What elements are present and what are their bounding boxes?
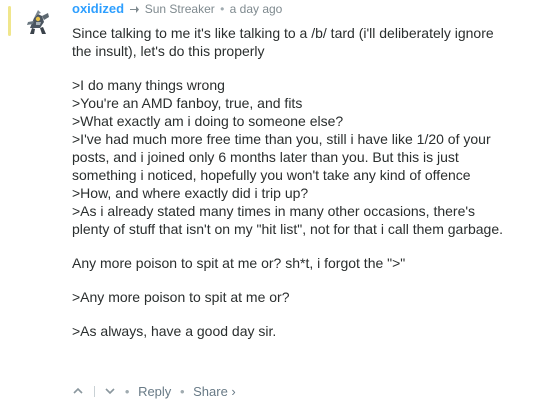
reply-arrow-icon bbox=[129, 1, 140, 19]
author-name[interactable]: oxidized bbox=[72, 1, 124, 16]
robot-avatar-icon bbox=[22, 4, 54, 36]
comment-message: Since talking to me it's like talking to… bbox=[72, 24, 538, 340]
text-line: >I do many things wrong bbox=[72, 77, 225, 93]
text-line: >Any more poison to spit at me or? bbox=[72, 289, 290, 305]
text-line: something i noticed, hopefully you won't… bbox=[72, 167, 471, 183]
avatar[interactable] bbox=[22, 4, 54, 36]
reply-button[interactable]: Reply bbox=[138, 384, 171, 399]
text-line: >What exactly am i doing to someone else… bbox=[72, 113, 344, 129]
paragraph: >Any more poison to spit at me or? bbox=[72, 288, 538, 306]
text-line: >As i already stated many times in many … bbox=[72, 203, 476, 219]
text-line: >How, and where exactly did i trip up? bbox=[72, 185, 309, 201]
footer-separator: • bbox=[124, 384, 130, 399]
text-line: plenty of stuff that isn't on my "hit li… bbox=[72, 221, 504, 237]
timestamp[interactable]: a day ago bbox=[230, 2, 283, 16]
footer-separator: • bbox=[179, 384, 185, 399]
vote-divider bbox=[93, 386, 95, 397]
header-separator: • bbox=[220, 2, 225, 16]
chevron-up-icon[interactable] bbox=[72, 385, 84, 397]
text-line: the insult), let's do this properly bbox=[72, 43, 265, 59]
chevron-down-icon[interactable] bbox=[104, 385, 116, 397]
paragraph: Any more poison to spit at me or? sh*t, … bbox=[72, 254, 538, 272]
text-line: >You're an AMD fanboy, true, and fits bbox=[72, 95, 303, 111]
text-line: >I've had much more free time than you, … bbox=[72, 131, 491, 147]
text-line: Any more poison to spit at me or? sh*t, … bbox=[72, 255, 406, 271]
paragraph: >I do many things wrong >You're an AMD f… bbox=[72, 76, 538, 238]
comment-footer: • Reply • Share › bbox=[72, 384, 236, 400]
text-line: Since talking to me it's like talking to… bbox=[72, 25, 494, 41]
comment: oxidized Sun Streaker • a day ago Since … bbox=[0, 0, 547, 415]
paragraph: >As always, have a good day sir. bbox=[72, 322, 538, 340]
text-line: >As always, have a good day sir. bbox=[72, 323, 277, 339]
comment-header: oxidized Sun Streaker • a day ago bbox=[72, 0, 538, 18]
share-button[interactable]: Share › bbox=[193, 384, 236, 399]
comment-body: oxidized Sun Streaker • a day ago Since … bbox=[72, 0, 538, 352]
new-comment-indicator bbox=[8, 6, 11, 36]
text-line: posts, and i joined only 6 months later … bbox=[72, 149, 459, 165]
reply-to-name[interactable]: Sun Streaker bbox=[145, 2, 215, 16]
paragraph: Since talking to me it's like talking to… bbox=[72, 24, 538, 60]
